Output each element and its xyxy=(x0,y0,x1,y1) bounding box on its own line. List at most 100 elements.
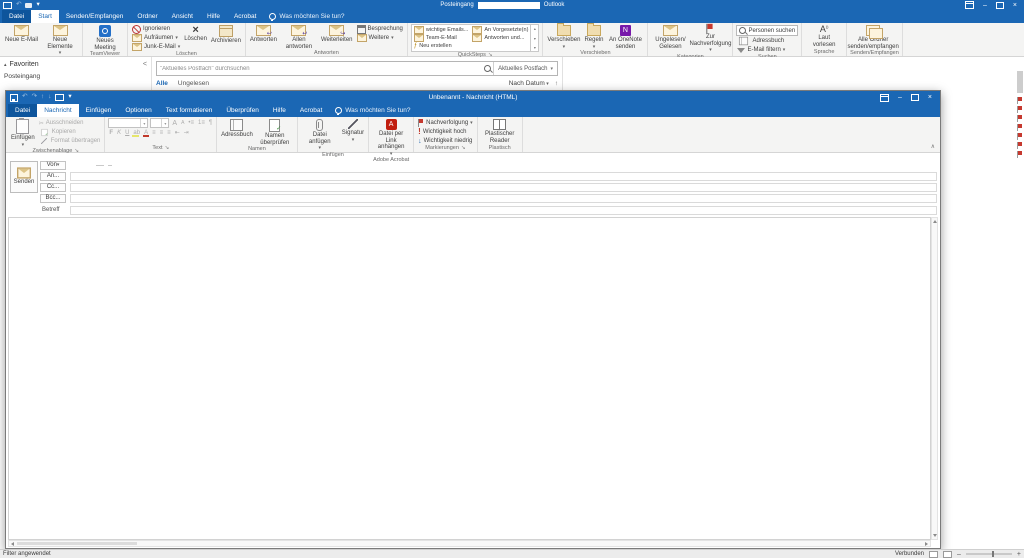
font-size-combo[interactable] xyxy=(150,118,169,128)
move-button[interactable]: Verschieben xyxy=(546,24,581,50)
tab-acrobat[interactable]: Acrobat xyxy=(227,10,263,23)
to-input[interactable] xyxy=(70,172,937,181)
zoom-slider[interactable] xyxy=(966,553,1012,555)
scrollbar-thumb[interactable] xyxy=(1017,71,1023,93)
from-button[interactable]: Von xyxy=(40,161,66,170)
quickstep-to-manager[interactable]: An Vorgesetzte(n) xyxy=(472,26,528,33)
new-meeting-button[interactable]: Neues Meeting xyxy=(86,24,124,51)
rules-button[interactable]: Regeln xyxy=(583,24,604,50)
importance-high-button[interactable]: Wichtigkeit hoch xyxy=(417,128,474,136)
close-icon[interactable] xyxy=(928,94,932,101)
increase-indent-icon[interactable]: ⇥ xyxy=(183,130,190,136)
favorites-collapse-icon[interactable] xyxy=(4,62,7,68)
titlebar-search-input[interactable] xyxy=(478,2,540,9)
signature-button[interactable]: Signatur xyxy=(341,118,365,143)
importance-low-button[interactable]: Wichtigkeit niedrig xyxy=(417,137,474,145)
search-scope-dropdown[interactable]: Aktuelles Postfach xyxy=(493,62,557,75)
send-receive-icon[interactable] xyxy=(3,2,12,9)
save-icon[interactable] xyxy=(10,94,18,102)
align-right-icon[interactable] xyxy=(166,130,172,136)
search-people-box[interactable]: Personen suchen xyxy=(736,25,798,36)
previous-item-icon[interactable] xyxy=(41,94,44,101)
body-horizontal-scrollbar[interactable] xyxy=(8,540,931,547)
normal-view-icon[interactable] xyxy=(929,551,938,558)
tags-dialog-launcher-icon[interactable] xyxy=(461,146,466,152)
grow-font-icon[interactable] xyxy=(171,120,178,127)
quickstep-reply-delete[interactable]: Antworten und... xyxy=(472,34,528,41)
follow-up-button[interactable]: Zur Nachverfolgung xyxy=(691,24,729,54)
filter-all-tab[interactable]: Alle xyxy=(156,80,168,87)
tab-acrobat[interactable]: Acrobat xyxy=(293,104,329,117)
maximize-icon[interactable] xyxy=(996,2,1004,9)
decrease-indent-icon[interactable]: ⇤ xyxy=(174,130,181,136)
immersive-reader-button[interactable]: Plastischer Reader xyxy=(481,118,519,144)
filter-unread-tab[interactable]: Ungelesen xyxy=(178,80,209,87)
quickstep-important-mails[interactable]: wichtige Emails... xyxy=(414,26,469,33)
reply-button[interactable]: ↩ Antworten xyxy=(249,24,278,44)
tab-hilfe[interactable]: Hilfe xyxy=(200,10,227,23)
undo-icon[interactable] xyxy=(16,2,21,9)
print-icon[interactable] xyxy=(25,3,32,8)
subject-input[interactable] xyxy=(70,206,937,215)
format-painter-button[interactable]: Format übertragen xyxy=(38,137,102,145)
tab-optionen[interactable]: Optionen xyxy=(118,104,158,117)
styles-icon[interactable]: ¶ xyxy=(208,120,213,126)
more-respond-button[interactable]: Weitere xyxy=(356,34,404,42)
text-dialog-launcher-icon[interactable] xyxy=(164,146,169,152)
tell-me-assistant[interactable]: Was möchten Sie tun? xyxy=(335,104,410,117)
font-color-icon[interactable] xyxy=(143,130,149,136)
underline-button[interactable]: U xyxy=(124,130,130,136)
tab-start[interactable]: Start xyxy=(31,10,59,23)
to-button[interactable]: An... xyxy=(40,172,66,181)
search-icon[interactable] xyxy=(480,62,493,75)
minimize-icon[interactable] xyxy=(898,94,902,101)
touch-mode-icon[interactable] xyxy=(55,94,64,101)
bold-button[interactable]: F xyxy=(108,130,114,136)
shrink-font-icon[interactable] xyxy=(180,121,185,126)
tab-einfuegen[interactable]: Einfügen xyxy=(79,104,119,117)
redo-icon[interactable] xyxy=(31,94,36,101)
cc-button[interactable]: Cc... xyxy=(40,183,66,192)
send-button[interactable]: Senden xyxy=(10,161,38,193)
new-items-button[interactable]: Neue Elemente xyxy=(41,24,79,57)
new-email-button[interactable]: Neue E-Mail xyxy=(4,24,39,44)
archive-button[interactable]: Archivieren xyxy=(210,24,242,45)
numbered-list-icon[interactable]: 1≡ xyxy=(197,120,206,126)
collapse-pane-icon[interactable] xyxy=(143,61,147,68)
tab-ordner[interactable]: Ordner xyxy=(130,10,164,23)
tab-senden-empfangen[interactable]: Senden/Empfangen xyxy=(59,10,130,23)
bullet-list-icon[interactable]: •≡ xyxy=(187,120,195,126)
onenote-button[interactable]: An OneNote senden xyxy=(606,24,644,50)
minimize-icon[interactable] xyxy=(983,2,987,9)
zoom-out-icon[interactable]: – xyxy=(957,551,961,558)
undo-icon[interactable] xyxy=(22,94,27,101)
mailbox-search-input[interactable] xyxy=(157,62,480,75)
next-item-icon[interactable] xyxy=(48,94,51,101)
tab-nachricht[interactable]: Nachricht xyxy=(37,104,78,117)
bcc-button[interactable]: Bcc... xyxy=(40,194,66,203)
font-family-combo[interactable] xyxy=(108,118,148,128)
customize-qat-icon[interactable] xyxy=(68,94,71,101)
close-icon[interactable] xyxy=(1013,2,1017,9)
ignore-button[interactable]: Ignorieren xyxy=(131,25,181,33)
italic-button[interactable]: K xyxy=(116,130,122,136)
send-receive-all-button[interactable]: Alle Ordner senden/empfangen xyxy=(850,24,896,50)
ribbon-display-options-icon[interactable] xyxy=(965,1,974,9)
address-book-button[interactable]: Adressbuch xyxy=(736,37,798,45)
cc-input[interactable] xyxy=(70,183,937,192)
tell-me-assistant[interactable]: Was möchten Sie tun? xyxy=(269,10,344,23)
tab-hilfe[interactable]: Hilfe xyxy=(266,104,293,117)
copy-button[interactable]: Kopieren xyxy=(38,128,102,136)
tab-ueberpruefen[interactable]: Überprüfen xyxy=(219,104,266,117)
filter-email-button[interactable]: E-Mail filtern xyxy=(736,46,798,54)
quicksteps-gallery-scroll[interactable]: ▴▾▾ xyxy=(530,25,538,51)
attach-via-link-button[interactable]: Datei per Link anhängen xyxy=(372,118,410,157)
attach-file-button[interactable]: Datei anfügen xyxy=(301,118,339,152)
read-aloud-button[interactable]: Laut vorlesen xyxy=(805,24,843,48)
cleanup-button[interactable]: Aufräumen xyxy=(131,34,181,42)
quickstep-team-email[interactable]: Team-E-Mail xyxy=(414,34,469,41)
tab-text-formatieren[interactable]: Text formatieren xyxy=(159,104,220,117)
clipboard-dialog-launcher-icon[interactable] xyxy=(74,149,79,155)
tab-datei[interactable]: Datei xyxy=(8,104,37,117)
reply-all-button[interactable]: ↩ Allen antworten xyxy=(280,24,318,50)
